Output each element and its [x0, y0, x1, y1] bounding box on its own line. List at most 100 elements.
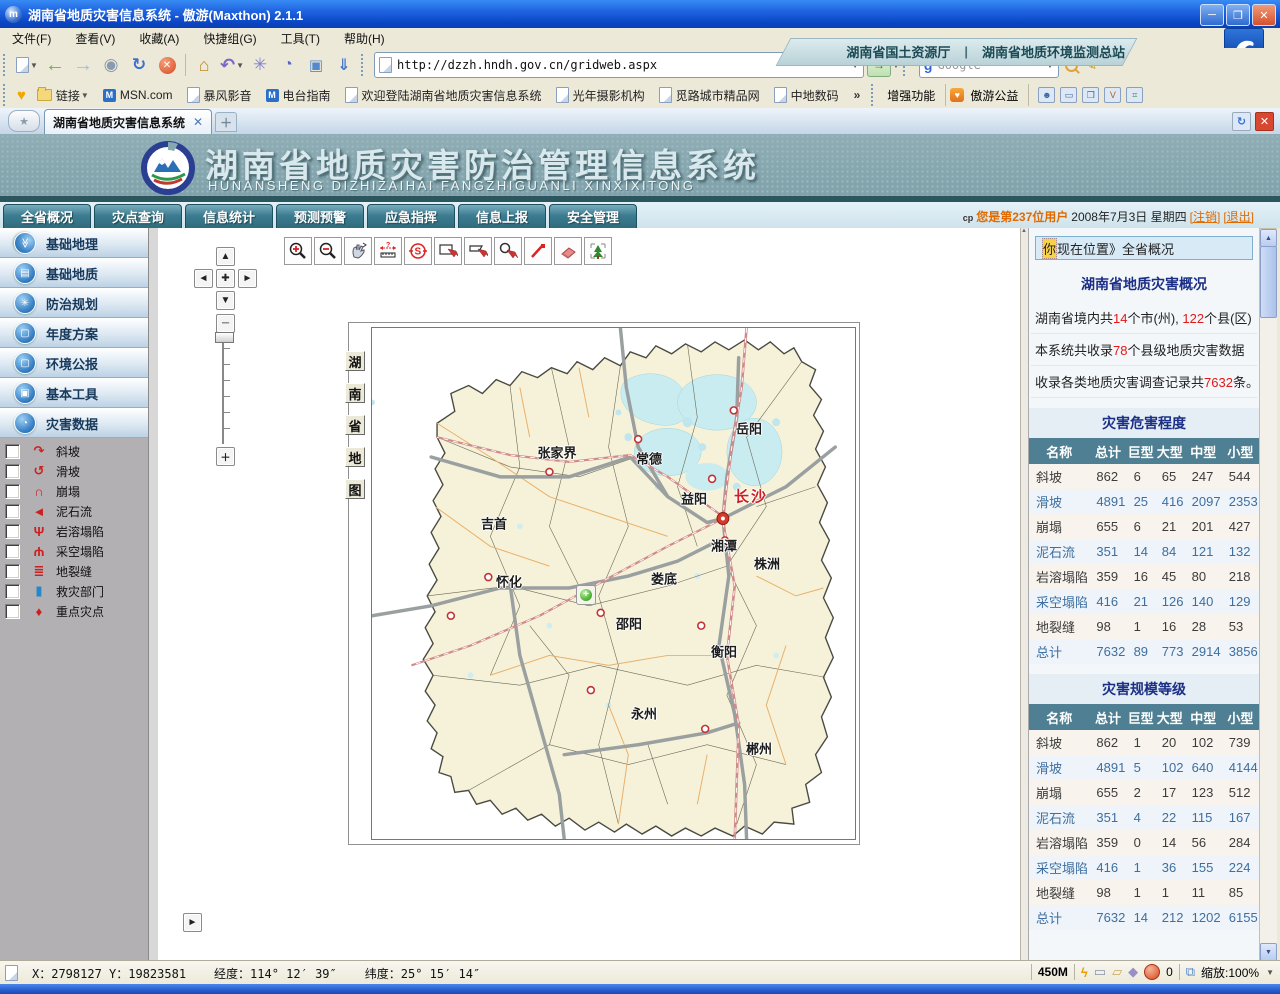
links-item[interactable]: 暴风影音 — [187, 87, 252, 104]
select-polygon-tool[interactable] — [464, 237, 492, 265]
resize-page-icon[interactable]: ⧉ — [1186, 964, 1195, 980]
toolbar-grip[interactable] — [3, 54, 10, 76]
sidebar-module[interactable]: ✳防治规划 — [0, 288, 148, 318]
nav-tab-6[interactable]: 信息上报 — [458, 204, 546, 228]
eraser-tool[interactable] — [554, 237, 582, 265]
scale-tool[interactable]: S — [404, 237, 432, 265]
scroll-down-button[interactable]: ▼ — [1260, 943, 1277, 961]
scrollbar-thumb[interactable] — [1260, 246, 1277, 318]
back-button[interactable]: ← — [42, 52, 68, 78]
layer-checkbox[interactable] — [5, 504, 20, 519]
menu-item[interactable]: 收藏(A) — [127, 28, 191, 49]
links-more-chevron[interactable]: » — [854, 88, 861, 102]
toolbar-grip[interactable] — [361, 54, 368, 76]
minimize-button[interactable]: ─ — [1200, 4, 1224, 26]
linksbar-grip[interactable] — [871, 84, 878, 106]
links-item[interactable]: 欢迎登陆湖南省地质灾害信息系统 — [345, 87, 542, 104]
pan-center-button[interactable]: ✚ — [216, 269, 235, 288]
download-button[interactable]: ⇓ — [331, 52, 357, 78]
pan-left-button[interactable]: ◄ — [194, 269, 213, 288]
pan-up-button[interactable]: ▲ — [216, 247, 235, 266]
window-split-button[interactable]: ▣ — [303, 52, 329, 78]
skin-icon[interactable]: ☻ — [1038, 87, 1055, 103]
tab-refresh-button[interactable]: ↻ — [1232, 112, 1251, 131]
links-item[interactable]: MMSN.com — [103, 88, 173, 102]
map-marker[interactable]: + — [576, 585, 596, 605]
maximize-button[interactable]: ❐ — [1226, 4, 1250, 26]
pan-right-button[interactable]: ► — [238, 269, 257, 288]
expand-right-button[interactable]: ► — [183, 913, 202, 932]
maxthon-charity-link[interactable]: 傲游公益 — [970, 87, 1018, 104]
links-dropdown-icon[interactable]: ▼ — [81, 91, 89, 100]
select-circle-tool[interactable] — [494, 237, 522, 265]
nav-tab-2[interactable]: 灾点查询 — [94, 204, 182, 228]
banner-link[interactable]: 湖南省国土资源厅 — [846, 42, 950, 61]
scroll-up-button[interactable]: ▲ — [1260, 229, 1277, 247]
full-extent-tool[interactable] — [584, 237, 612, 265]
zoom-in-tool[interactable] — [284, 237, 312, 265]
menu-item[interactable]: 帮助(H) — [332, 28, 397, 49]
nav-tab-7[interactable]: 安全管理 — [549, 204, 637, 228]
links-item[interactable]: 中地数码 — [774, 87, 839, 104]
sidebar-module[interactable]: ▣基本工具 — [0, 378, 148, 408]
plugin-icon[interactable]: ◆ — [1128, 964, 1138, 980]
links-item[interactable]: 链接▼ — [37, 87, 89, 104]
vertical-scrollbar[interactable]: ▲ ▼ — [1259, 228, 1278, 962]
notes-icon[interactable]: ❒ — [1082, 87, 1099, 103]
sidebar-module[interactable]: ▤基础地质 — [0, 258, 148, 288]
layer-checkbox[interactable] — [5, 544, 20, 559]
close-button[interactable]: ✕ — [1252, 4, 1276, 26]
menu-item[interactable]: 工具(T) — [269, 28, 332, 49]
linksbar-grip[interactable] — [3, 84, 10, 106]
layer-checkbox[interactable] — [5, 524, 20, 539]
nav-tab-3[interactable]: 信息统计 — [185, 204, 273, 228]
home-button[interactable]: ⌂ — [191, 52, 217, 78]
zoom-out-tool[interactable] — [314, 237, 342, 265]
tab-active[interactable]: 湖南省地质灾害信息系统 ✕ — [44, 109, 212, 134]
history-clock-button[interactable]: ◔ — [275, 52, 301, 78]
tab-close-all-button[interactable]: ✕ — [1255, 112, 1274, 131]
layer-checkbox[interactable] — [5, 564, 20, 579]
refresh-button[interactable]: ↻ — [126, 52, 152, 78]
nav-tab-5[interactable]: 应急指挥 — [367, 204, 455, 228]
menu-item[interactable]: 快捷组(G) — [191, 28, 268, 49]
banner-link[interactable]: 湖南省地质环境监测总站 — [982, 42, 1125, 61]
layer-checkbox[interactable] — [5, 484, 20, 499]
map-canvas[interactable]: 张家界常德岳阳益阳长沙吉首湘潭株洲怀化娄底邵阳衡阳永州郴州 + — [371, 327, 856, 840]
window-icon[interactable]: ▭ — [1060, 87, 1077, 103]
sidebar-module[interactable]: ▢年度方案 — [0, 318, 148, 348]
enhance-menu[interactable]: 增强功能 — [887, 87, 935, 104]
proxy-icon[interactable]: ▭ — [1094, 964, 1106, 980]
undo-button[interactable]: ↶▼ — [219, 52, 245, 78]
layer-checkbox[interactable] — [5, 584, 20, 599]
pan-tool[interactable] — [344, 237, 372, 265]
select-rect-tool[interactable] — [434, 237, 462, 265]
tab-list-star-button[interactable]: ★ — [8, 110, 40, 132]
zoom-level[interactable]: 缩放:100% — [1201, 964, 1259, 981]
new-page-button[interactable]: ▼ — [14, 52, 40, 78]
favorites-heart-icon[interactable]: ♥ — [17, 87, 26, 104]
popup-blocker-icon[interactable]: ▱ — [1112, 964, 1122, 980]
menu-item[interactable]: 查看(V) — [63, 28, 127, 49]
links-item[interactable]: 觅路城市精品网 — [659, 87, 760, 104]
layer-checkbox[interactable] — [5, 464, 20, 479]
exit-link[interactable]: [退出] — [1223, 208, 1254, 225]
links-item[interactable]: 光年摄影机构 — [556, 87, 645, 104]
nav-tab-4[interactable]: 预测预警 — [276, 204, 364, 228]
draw-line-tool[interactable] — [524, 237, 552, 265]
sidebar-module[interactable]: ▢环境公报 — [0, 348, 148, 378]
zoom-dropdown-icon[interactable]: ▼ — [1266, 968, 1274, 977]
zoom-out-step-button[interactable]: ─ — [216, 314, 235, 333]
boost-lightning-icon[interactable]: ϟ — [1081, 965, 1088, 980]
menu-item[interactable]: 文件(F) — [0, 28, 63, 49]
links-item[interactable]: M电台指南 — [266, 87, 331, 104]
pan-down-button[interactable]: ▼ — [216, 291, 235, 310]
stop-button[interactable]: ✕ — [154, 52, 180, 78]
notification-icon[interactable] — [1144, 964, 1160, 980]
build-icon[interactable]: ⌗ — [1126, 87, 1143, 103]
paint-icon[interactable]: V — [1104, 87, 1121, 103]
tab-close-icon[interactable]: ✕ — [193, 115, 203, 129]
history-dropdown-button[interactable]: ◉ — [98, 52, 124, 78]
zoom-slider-handle[interactable] — [215, 332, 234, 343]
layer-checkbox[interactable] — [5, 444, 20, 459]
